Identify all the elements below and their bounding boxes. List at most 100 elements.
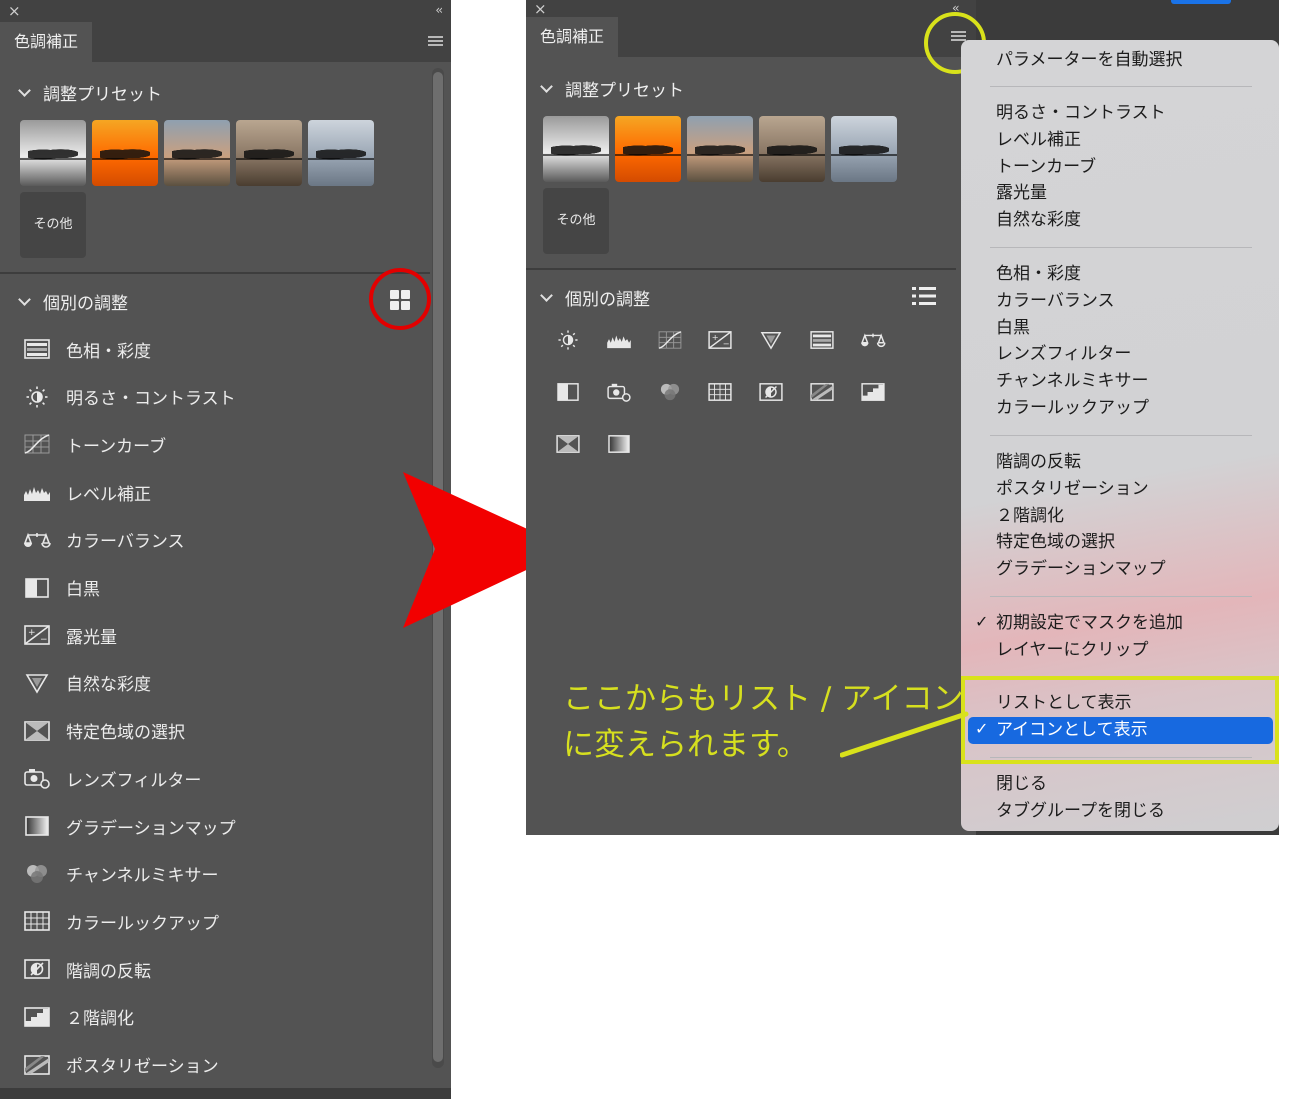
menu-item[interactable]: 色相・彩度 — [996, 262, 1081, 286]
menu-item[interactable]: 特定色域の選択 — [996, 530, 1115, 554]
adjustment-icon-button[interactable] — [809, 382, 835, 402]
menu-item[interactable]: 白黒 — [996, 316, 1030, 340]
adjustment-list-item[interactable]: 自然な彩度 — [22, 669, 151, 697]
menu-item[interactable]: タブグループを閉じる — [996, 799, 1165, 823]
preset-cool[interactable] — [831, 116, 897, 182]
tab-bar: 色調補正 — [0, 22, 451, 62]
close-icon[interactable]: × — [534, 0, 547, 18]
adjustment-list-item[interactable]: レベル補正 — [22, 478, 151, 506]
menu-item[interactable]: 自然な彩度 — [996, 208, 1081, 232]
preset-grayscale[interactable] — [543, 116, 609, 182]
preset-muted[interactable] — [164, 120, 230, 186]
panel-resize-bar[interactable] — [0, 1088, 451, 1099]
menu-item[interactable]: 閉じる — [996, 772, 1047, 796]
menu-item[interactable]: パラメーターを自動選択 — [996, 48, 1183, 72]
preset-cool[interactable] — [308, 120, 374, 186]
preset-sunset[interactable] — [615, 116, 681, 182]
adjustment-icon-button[interactable] — [606, 434, 632, 454]
collapse-panel-icon[interactable]: ‹‹ — [435, 3, 442, 17]
preset-muted[interactable] — [687, 116, 753, 182]
adjustment-icon-button[interactable] — [809, 330, 835, 350]
invert-icon-wrapper — [22, 958, 52, 980]
selective-color-icon-wrapper — [22, 720, 52, 742]
individual-section-header[interactable]: 個別の調整 — [18, 289, 128, 314]
black-white-icon — [557, 383, 579, 401]
chevron-down-icon — [540, 79, 553, 93]
more-presets-button[interactable]: その他 — [20, 192, 86, 258]
vibrance-icon — [760, 332, 782, 350]
adjustments-panel-list-view: × ‹‹ 色調補正 調整プリセット その他 個別の調整 色相・彩度明るさ・コント… — [0, 0, 451, 1099]
adjustment-icon-button[interactable] — [758, 382, 784, 402]
menu-item[interactable]: レイヤーにクリップ — [996, 638, 1149, 662]
horizon-line — [687, 154, 753, 156]
presets-section-header[interactable]: 調整プリセット — [18, 80, 162, 105]
svg-text:+: + — [28, 628, 36, 638]
adjustment-list-item[interactable]: チャンネルミキサー — [22, 860, 219, 888]
invert-icon — [759, 383, 783, 401]
menu-item[interactable]: トーンカーブ — [996, 155, 1096, 179]
adjustment-icon-button[interactable] — [555, 434, 581, 454]
adjustment-icon-button[interactable] — [555, 382, 581, 402]
adjustment-icon-button[interactable] — [758, 330, 784, 350]
preset-thumbnails — [543, 116, 897, 182]
adjustment-list-item[interactable]: 階調の反転 — [22, 955, 151, 983]
adjustment-list-item[interactable]: 色相・彩度 — [22, 335, 151, 363]
adjustment-list-item[interactable]: 白黒 — [22, 574, 100, 602]
list-view-toggle-button[interactable] — [912, 286, 936, 306]
menu-item[interactable]: 明るさ・コントラスト — [996, 101, 1166, 125]
vibrance-icon-wrapper — [22, 672, 52, 694]
menu-item[interactable]: ２階調化 — [996, 504, 1064, 528]
panel-menu-icon[interactable] — [428, 36, 443, 48]
adjustment-list-item[interactable]: レンズフィルター — [22, 764, 201, 792]
black-white-icon-wrapper — [22, 577, 52, 599]
color-balance-icon — [23, 532, 51, 548]
threshold-icon — [24, 1006, 50, 1027]
adjustment-list-item[interactable]: グラデーションマップ — [22, 812, 236, 840]
adjustment-icon-button[interactable] — [860, 330, 886, 350]
adjustment-icon-button[interactable] — [606, 330, 632, 350]
menu-item[interactable]: 露光量 — [996, 181, 1047, 205]
tab-adjustments[interactable]: 色調補正 — [0, 22, 93, 62]
presets-section-header[interactable]: 調整プリセット — [540, 76, 684, 101]
adjustment-list-item[interactable]: ポスタリゼーション — [22, 1051, 219, 1079]
menu-item[interactable]: レベル補正 — [996, 128, 1081, 152]
adjustment-list-item[interactable]: カラールックアップ — [22, 907, 219, 935]
adjustment-icon-button[interactable] — [657, 382, 683, 402]
preset-grayscale[interactable] — [20, 120, 86, 186]
menu-separator — [990, 435, 1252, 436]
menu-item[interactable]: カラーバランス — [996, 289, 1115, 313]
menu-item[interactable]: チャンネルミキサー — [996, 369, 1149, 393]
menu-item[interactable]: グラデーションマップ — [996, 557, 1166, 581]
adjustment-icon-button[interactable] — [657, 330, 683, 350]
adjustment-list-item[interactable]: カラーバランス — [22, 526, 185, 554]
adjustment-list-item[interactable]: 明るさ・コントラスト — [22, 383, 236, 411]
individual-section-header[interactable]: 個別の調整 — [540, 285, 650, 310]
close-icon[interactable]: × — [8, 2, 21, 20]
invert-icon — [24, 959, 50, 979]
adjustment-icon-button[interactable] — [606, 382, 632, 402]
presets-heading: 調整プリセット — [43, 85, 162, 105]
menu-item[interactable]: レンズフィルター — [996, 342, 1131, 366]
menu-item[interactable]: カラールックアップ — [996, 396, 1149, 420]
menu-item[interactable]: ポスタリゼーション — [996, 477, 1149, 501]
preset-sepia[interactable] — [236, 120, 302, 186]
panel-title-bar: × ‹‹ — [0, 0, 451, 22]
adjustment-icon-button[interactable] — [555, 330, 581, 350]
menu-item[interactable]: 階調の反転 — [996, 450, 1081, 474]
adjustment-icon-button[interactable] — [860, 382, 886, 402]
tab-adjustments[interactable]: 色調補正 — [526, 17, 619, 57]
adjustment-list-item[interactable]: 特定色域の選択 — [22, 717, 185, 745]
menu-item[interactable]: 初期設定でマスクを追加 — [996, 611, 1183, 635]
chevron-down-icon — [18, 292, 31, 306]
more-presets-button[interactable]: その他 — [543, 188, 609, 254]
adjustment-list-item[interactable]: + − 露光量 — [22, 621, 117, 649]
posterize-icon-wrapper — [22, 1054, 52, 1076]
preset-sunset[interactable] — [92, 120, 158, 186]
adjustment-list-item[interactable]: ２階調化 — [22, 1003, 134, 1031]
adjustment-icon-button[interactable] — [707, 382, 733, 402]
adjustment-icon-button[interactable]: + − — [707, 330, 733, 350]
adjustment-list-item[interactable]: トーンカーブ — [22, 430, 166, 458]
color-lookup-icon — [708, 383, 733, 401]
preset-sepia[interactable] — [759, 116, 825, 182]
chevron-down-icon — [540, 288, 553, 302]
